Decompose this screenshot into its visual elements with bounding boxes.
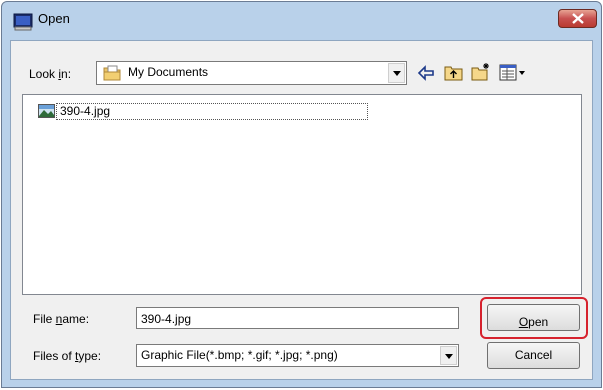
view-menu-icon[interactable] [498,63,528,83]
look-in-dropdown-button[interactable] [388,63,405,83]
file-name-value: 390-4.jpg [141,312,192,326]
file-type-label: Files of type: [33,349,102,363]
documents-folder-icon [103,65,121,81]
open-dialog: Open Look in: My Documents 390-4.jpg Fil… [1,1,602,388]
file-name-label: File name: [33,312,90,326]
back-arrow-icon[interactable] [415,63,437,83]
open-button-label: Open [518,315,549,329]
cancel-button-label: Cancel [514,348,553,362]
screenshot-frame: Open Look in: My Documents 390-4.jpg Fil… [0,0,603,390]
open-button[interactable]: Open [487,304,580,331]
dialog-body: Look in: My Documents 390-4.jpg File nam… [10,40,593,380]
app-icon [13,13,33,31]
file-name-field[interactable]: 390-4.jpg [136,307,459,329]
file-name: 390-4.jpg [60,104,111,118]
list-item[interactable]: 390-4.jpg [38,103,368,121]
image-file-icon [38,104,55,118]
up-folder-icon[interactable] [443,63,465,83]
chevron-down-icon [393,71,401,76]
title-bar[interactable]: Open [2,2,601,44]
file-list[interactable]: 390-4.jpg [22,94,582,295]
window-title: Open [38,11,70,26]
chevron-down-icon [445,354,453,359]
look-in-dropdown[interactable]: My Documents [96,61,407,85]
look-in-value: My Documents [128,65,209,79]
new-folder-icon[interactable] [470,62,492,82]
look-in-label: Look in: [29,67,72,81]
file-type-dropdown[interactable]: Graphic File(*.bmp; *.gif; *.jpg; *.png) [136,344,459,367]
close-icon [572,13,584,24]
file-type-value: Graphic File(*.bmp; *.gif; *.jpg; *.png) [141,348,338,362]
cancel-button[interactable]: Cancel [487,342,580,369]
close-button[interactable] [558,9,597,28]
file-type-dropdown-button[interactable] [440,346,457,365]
